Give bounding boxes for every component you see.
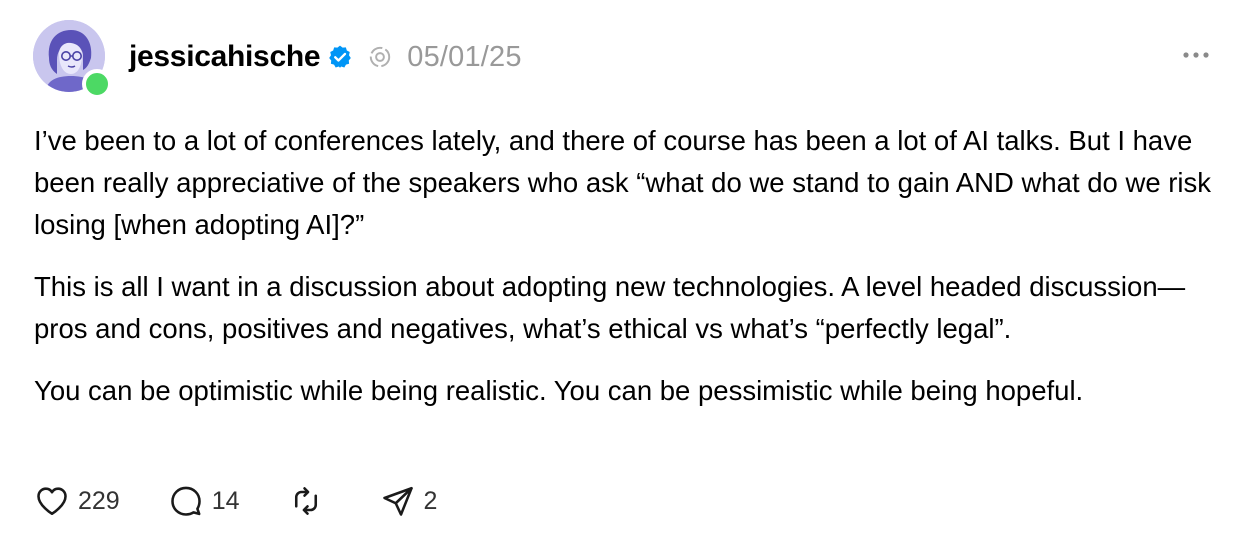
repost-button[interactable] [288, 483, 332, 519]
post-date[interactable]: 05/01/25 [407, 41, 522, 74]
post-paragraph-1: I’ve been to a lot of conferences lately… [34, 125, 1212, 240]
post-paragraph-2: This is all I want in a discussion about… [34, 271, 1186, 344]
post-actions-bar: 229 14 2 [34, 482, 485, 520]
reply-button[interactable]: 14 [168, 483, 240, 519]
share-button[interactable]: 2 [380, 483, 438, 519]
heart-icon [37, 487, 67, 516]
more-dots-icon[interactable] [1180, 45, 1212, 65]
post-card: jessicahische 05/01/25 I’ve been to a lo… [0, 0, 1250, 536]
send-icon [382, 486, 413, 516]
post-body: I’ve been to a lot of conferences lately… [34, 120, 1224, 432]
online-status-dot [82, 69, 112, 99]
avatar-container[interactable] [33, 20, 112, 99]
repost-icon [294, 487, 317, 515]
reply-count: 14 [211, 486, 240, 515]
like-count: 229 [78, 486, 120, 515]
post-header: jessicahische 05/01/25 [129, 36, 522, 78]
post-paragraph-3: You can be optimistic while being realis… [34, 375, 1084, 406]
ai-label-icon[interactable] [367, 44, 393, 70]
verified-badge-icon [329, 45, 352, 68]
username-link[interactable]: jessicahische [129, 40, 321, 74]
like-button[interactable]: 229 [34, 483, 120, 519]
comment-icon [170, 486, 201, 516]
share-count: 2 [423, 486, 438, 515]
